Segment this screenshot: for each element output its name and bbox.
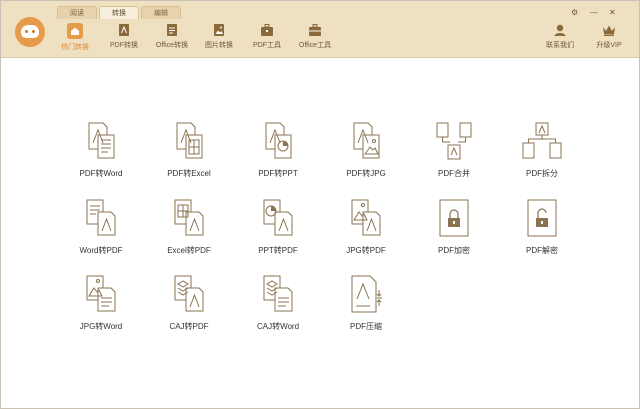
tool-jpg-to-pdf[interactable]: JPG转PDF bbox=[331, 198, 401, 256]
tool-label: PDF转Excel bbox=[167, 169, 211, 178]
pdf-to-word-icon bbox=[88, 122, 115, 159]
toolbar-label: PDF转换 bbox=[110, 42, 138, 49]
tool-caj-to-pdf[interactable]: CAJ转PDF bbox=[154, 274, 224, 332]
minimize-button[interactable]: — bbox=[590, 9, 598, 17]
close-button[interactable]: ✕ bbox=[609, 9, 616, 17]
toolbar-label: PDF工具 bbox=[253, 42, 281, 49]
unlock-icon bbox=[527, 199, 557, 237]
tool-label: PDF转Word bbox=[79, 169, 123, 178]
tool-label: PDF压缩 bbox=[350, 322, 382, 331]
toolbar-label: Office工具 bbox=[298, 42, 332, 49]
pdf-to-jpg-icon bbox=[353, 122, 380, 159]
header-bar: 阅读 转换 编辑 ⚙ — ✕ 热门转换 PDF转换 Office转换 图片转换 bbox=[1, 1, 639, 58]
word-to-pdf-icon bbox=[86, 199, 116, 236]
image-icon bbox=[214, 24, 224, 36]
logo-face-icon bbox=[21, 25, 39, 38]
toolbar-image-convert[interactable]: 图片转换 bbox=[202, 23, 236, 51]
pdf-to-excel-icon bbox=[176, 122, 203, 159]
tool-word-to-pdf[interactable]: Word转PDF bbox=[66, 198, 136, 256]
caj-to-pdf-icon bbox=[174, 275, 204, 312]
toolbar-label: Office转换 bbox=[155, 42, 189, 49]
tool-caj-to-word[interactable]: CAJ转Word bbox=[243, 274, 313, 332]
app-logo bbox=[15, 17, 45, 47]
tool-pdf-to-excel[interactable]: PDF转Excel bbox=[154, 121, 224, 179]
toolbar-label: 升级VIP bbox=[596, 42, 622, 49]
caj-to-word-icon bbox=[263, 275, 293, 312]
toolbox-icon bbox=[309, 24, 321, 36]
tool-label: CAJ转Word bbox=[256, 322, 300, 331]
tab-edit[interactable]: 编辑 bbox=[141, 6, 181, 19]
user-icon bbox=[554, 24, 566, 36]
toolbar-pdf-tools[interactable]: PDF工具 bbox=[250, 23, 284, 51]
tool-label: Excel转PDF bbox=[167, 246, 211, 255]
tool-label: JPG转Word bbox=[79, 322, 123, 331]
merge-icon bbox=[436, 122, 472, 160]
tool-pdf-encrypt[interactable]: PDF加密 bbox=[419, 198, 489, 256]
crown-icon bbox=[603, 25, 615, 36]
jpg-to-word-icon bbox=[86, 275, 116, 312]
split-icon bbox=[522, 122, 562, 159]
app-window: 阅读 转换 编辑 ⚙ — ✕ 热门转换 PDF转换 Office转换 图片转换 bbox=[0, 0, 640, 409]
contact-us-button[interactable]: 联系我们 bbox=[542, 23, 578, 51]
tool-pdf-compress[interactable]: PDF压缩 bbox=[331, 274, 401, 332]
tool-label: PDF转PPT bbox=[258, 169, 298, 178]
toolbar-label: 图片转换 bbox=[205, 42, 233, 49]
toolbar-office-tools[interactable]: Office工具 bbox=[295, 23, 335, 51]
jpg-to-pdf-icon bbox=[351, 199, 381, 236]
tool-label: PPT转PDF bbox=[258, 246, 298, 255]
home-icon bbox=[67, 23, 83, 39]
tool-excel-to-pdf[interactable]: Excel转PDF bbox=[154, 198, 224, 256]
toolbar-label: 热门转换 bbox=[61, 44, 89, 51]
tab-read[interactable]: 阅读 bbox=[57, 6, 97, 19]
tool-label: JPG转PDF bbox=[346, 246, 386, 255]
tool-label: PDF合并 bbox=[438, 169, 470, 178]
upgrade-vip-button[interactable]: 升级VIP bbox=[591, 23, 627, 51]
logo-eye bbox=[25, 30, 28, 33]
toolbar-label: 联系我们 bbox=[546, 42, 574, 49]
toolbar-pdf-convert[interactable]: PDF转换 bbox=[107, 23, 141, 51]
tool-pdf-to-jpg[interactable]: PDF转JPG bbox=[331, 121, 401, 179]
tool-pdf-to-word[interactable]: PDF转Word bbox=[66, 121, 136, 179]
tool-jpg-to-word[interactable]: JPG转Word bbox=[66, 274, 136, 332]
tool-label: PDF转JPG bbox=[346, 169, 386, 178]
compress-icon bbox=[351, 275, 382, 313]
pdf-to-ppt-icon bbox=[265, 122, 292, 159]
pdf-icon bbox=[119, 24, 129, 36]
tool-ppt-to-pdf[interactable]: PPT转PDF bbox=[243, 198, 313, 256]
tool-pdf-split[interactable]: PDF拆分 bbox=[507, 121, 577, 179]
tool-label: CAJ转PDF bbox=[169, 322, 209, 331]
tool-label: PDF拆分 bbox=[526, 169, 558, 178]
tab-convert[interactable]: 转换 bbox=[99, 6, 139, 19]
toolbox-icon bbox=[261, 24, 273, 36]
toolbar-office-convert[interactable]: Office转换 bbox=[152, 23, 192, 51]
tool-label: PDF加密 bbox=[438, 246, 470, 255]
tool-pdf-to-ppt[interactable]: PDF转PPT bbox=[243, 121, 313, 179]
excel-to-pdf-icon bbox=[174, 199, 204, 236]
toolbar-hot-convert[interactable]: 热门转换 bbox=[57, 23, 93, 51]
top-tabs: 阅读 转换 编辑 bbox=[57, 6, 183, 19]
ppt-to-pdf-icon bbox=[263, 199, 293, 236]
document-icon bbox=[167, 24, 177, 36]
tool-pdf-decrypt[interactable]: PDF解密 bbox=[507, 198, 577, 256]
lock-icon bbox=[439, 199, 469, 237]
logo-eye bbox=[32, 30, 35, 33]
tool-label: PDF解密 bbox=[526, 246, 558, 255]
tool-label: Word转PDF bbox=[79, 246, 123, 255]
settings-icon[interactable]: ⚙ bbox=[571, 9, 578, 17]
tool-pdf-merge[interactable]: PDF合并 bbox=[419, 121, 489, 179]
